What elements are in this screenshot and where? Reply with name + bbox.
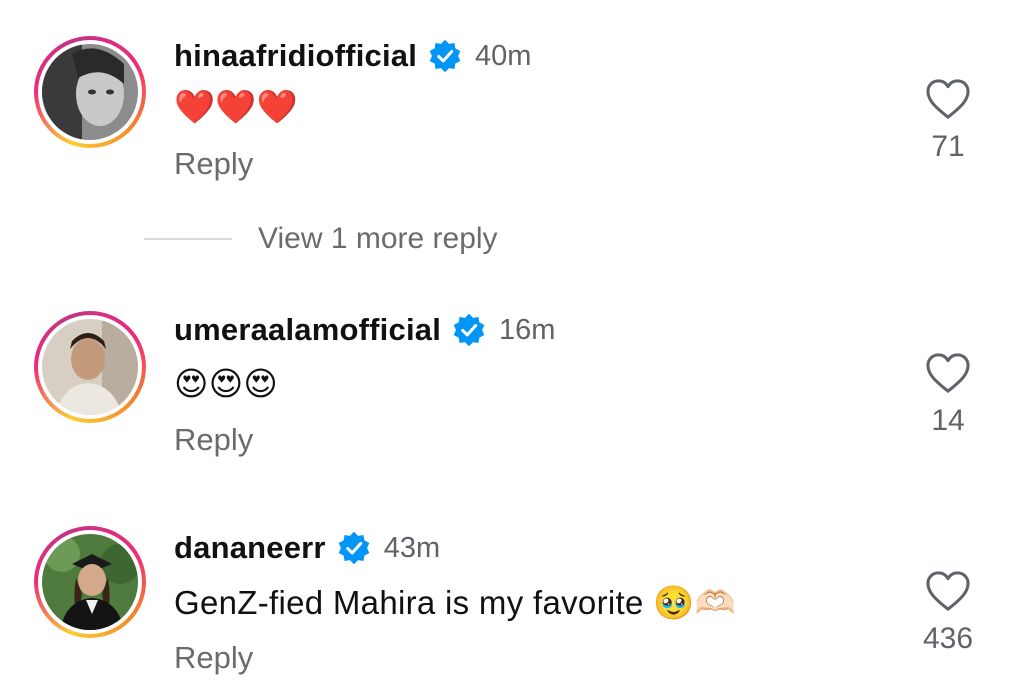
like-button[interactable]: 436 xyxy=(908,570,988,656)
reply-button[interactable]: Reply xyxy=(174,640,253,676)
comment-text: GenZ-fied Mahira is my favorite 🥹🫶🏻 xyxy=(174,584,736,621)
avatar-photo-dananeerr xyxy=(42,534,138,630)
avatar-story-ring[interactable] xyxy=(34,526,146,638)
username[interactable]: dananeerr xyxy=(174,530,326,566)
like-count: 436 xyxy=(922,622,974,655)
comment-dananeerr: dananeerr 43m GenZ-fied Mahira is my fav… xyxy=(0,0,1024,686)
avatar xyxy=(42,534,138,630)
comment-time: 43m xyxy=(383,531,441,564)
heart-outline-icon[interactable] xyxy=(925,570,971,612)
comment-header: dananeerr 43m xyxy=(174,530,440,566)
verified-badge-icon xyxy=(338,531,370,565)
avatar-border xyxy=(38,530,142,634)
